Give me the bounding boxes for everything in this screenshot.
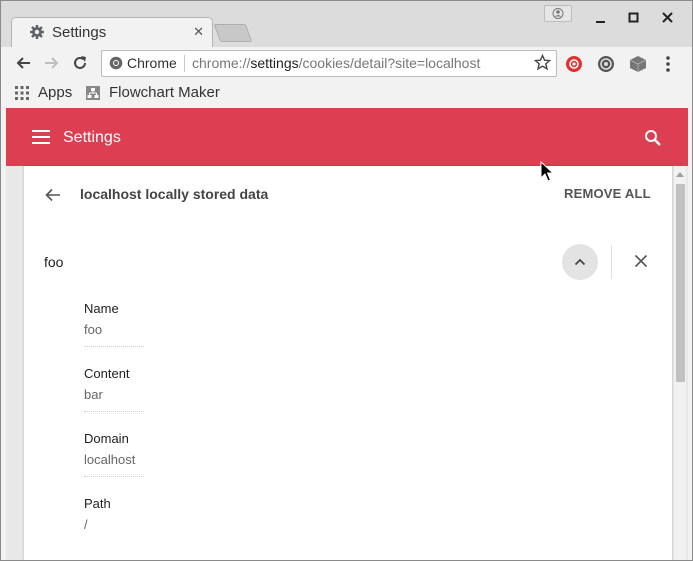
title-bar: Settings ✕ (1, 1, 692, 48)
page-title: Settings (63, 129, 121, 146)
tab-title: Settings (52, 24, 107, 41)
reload-icon[interactable] (72, 55, 88, 71)
field-label: Path (84, 496, 111, 511)
mouse-cursor-icon (540, 161, 554, 182)
cookie-detail-card: localhost locally stored data REMOVE ALL… (24, 166, 672, 560)
cookie-name: foo (44, 254, 64, 270)
field-value: / (84, 517, 88, 532)
omnibox-divider (184, 55, 185, 72)
field-value: bar (84, 387, 103, 402)
close-window-icon[interactable] (661, 11, 675, 25)
cookie-field-name: Name foo (84, 301, 144, 347)
remove-all-button[interactable]: REMOVE ALL (564, 186, 651, 201)
bookmark-star-icon[interactable] (534, 54, 551, 71)
cookie-field-content: Content bar (84, 366, 144, 412)
back-arrow-icon[interactable] (44, 186, 62, 204)
close-tab-icon[interactable]: ✕ (193, 24, 204, 40)
bookmark-apps[interactable]: Apps (14, 84, 74, 102)
extension-red-icon[interactable] (565, 55, 583, 73)
gear-icon (30, 25, 44, 39)
hamburger-menu-icon[interactable] (32, 130, 50, 144)
chrome-icon (109, 56, 123, 70)
minimize-icon[interactable] (594, 11, 608, 25)
chevron-up-icon (574, 258, 586, 266)
search-icon[interactable] (644, 129, 662, 147)
maximize-icon[interactable] (627, 11, 641, 25)
security-chip-label: Chrome (127, 55, 177, 71)
field-divider (84, 346, 144, 347)
bookmark-label: Apps (38, 84, 73, 101)
extension-spiral-icon[interactable] (597, 55, 615, 73)
field-label: Domain (84, 431, 129, 446)
tab-settings[interactable]: Settings ✕ (11, 17, 213, 48)
bookmark-label: Flowchart Maker (109, 84, 220, 101)
toolbar: Chrome chrome://settings/cookies/detail?… (1, 47, 692, 79)
back-icon[interactable] (15, 55, 31, 71)
settings-app-bar: Settings (6, 108, 688, 166)
bookmarks-bar: Apps Flowchart Maker (1, 79, 692, 107)
forward-icon[interactable] (44, 55, 60, 71)
profile-icon (552, 8, 564, 19)
browser-window: Settings ✕ Chrome chrome://settings/cook… (0, 0, 693, 561)
collapse-button[interactable] (562, 244, 598, 280)
cookie-field-path: Path / (84, 496, 111, 532)
flowchart-icon (86, 86, 100, 100)
field-label: Content (84, 366, 130, 381)
field-divider (84, 411, 144, 412)
bookmark-flowchart-maker[interactable]: Flowchart Maker (85, 84, 225, 102)
url-text[interactable]: chrome://settings/cookies/detail?site=lo… (192, 55, 480, 71)
extension-cube-icon[interactable] (629, 55, 647, 73)
scrollbar[interactable] (674, 166, 686, 560)
menu-kebab-icon[interactable] (663, 55, 673, 73)
profile-button[interactable] (544, 5, 572, 22)
site-data-title: localhost locally stored data (80, 186, 269, 202)
settings-page: Settings localhost locally stored data R… (6, 108, 688, 560)
field-divider (84, 476, 144, 477)
scroll-up-icon[interactable] (676, 172, 684, 177)
action-divider (611, 245, 612, 279)
address-bar[interactable]: Chrome chrome://settings/cookies/detail?… (101, 50, 557, 77)
new-tab-button[interactable] (213, 24, 253, 42)
apps-grid-icon (15, 86, 29, 100)
field-value: localhost (84, 452, 136, 467)
cookie-field-domain: Domain localhost (84, 431, 144, 477)
scrollbar-thumb[interactable] (676, 184, 685, 382)
field-value: foo (84, 322, 103, 337)
remove-cookie-icon[interactable] (634, 254, 648, 268)
field-label: Name (84, 301, 119, 316)
